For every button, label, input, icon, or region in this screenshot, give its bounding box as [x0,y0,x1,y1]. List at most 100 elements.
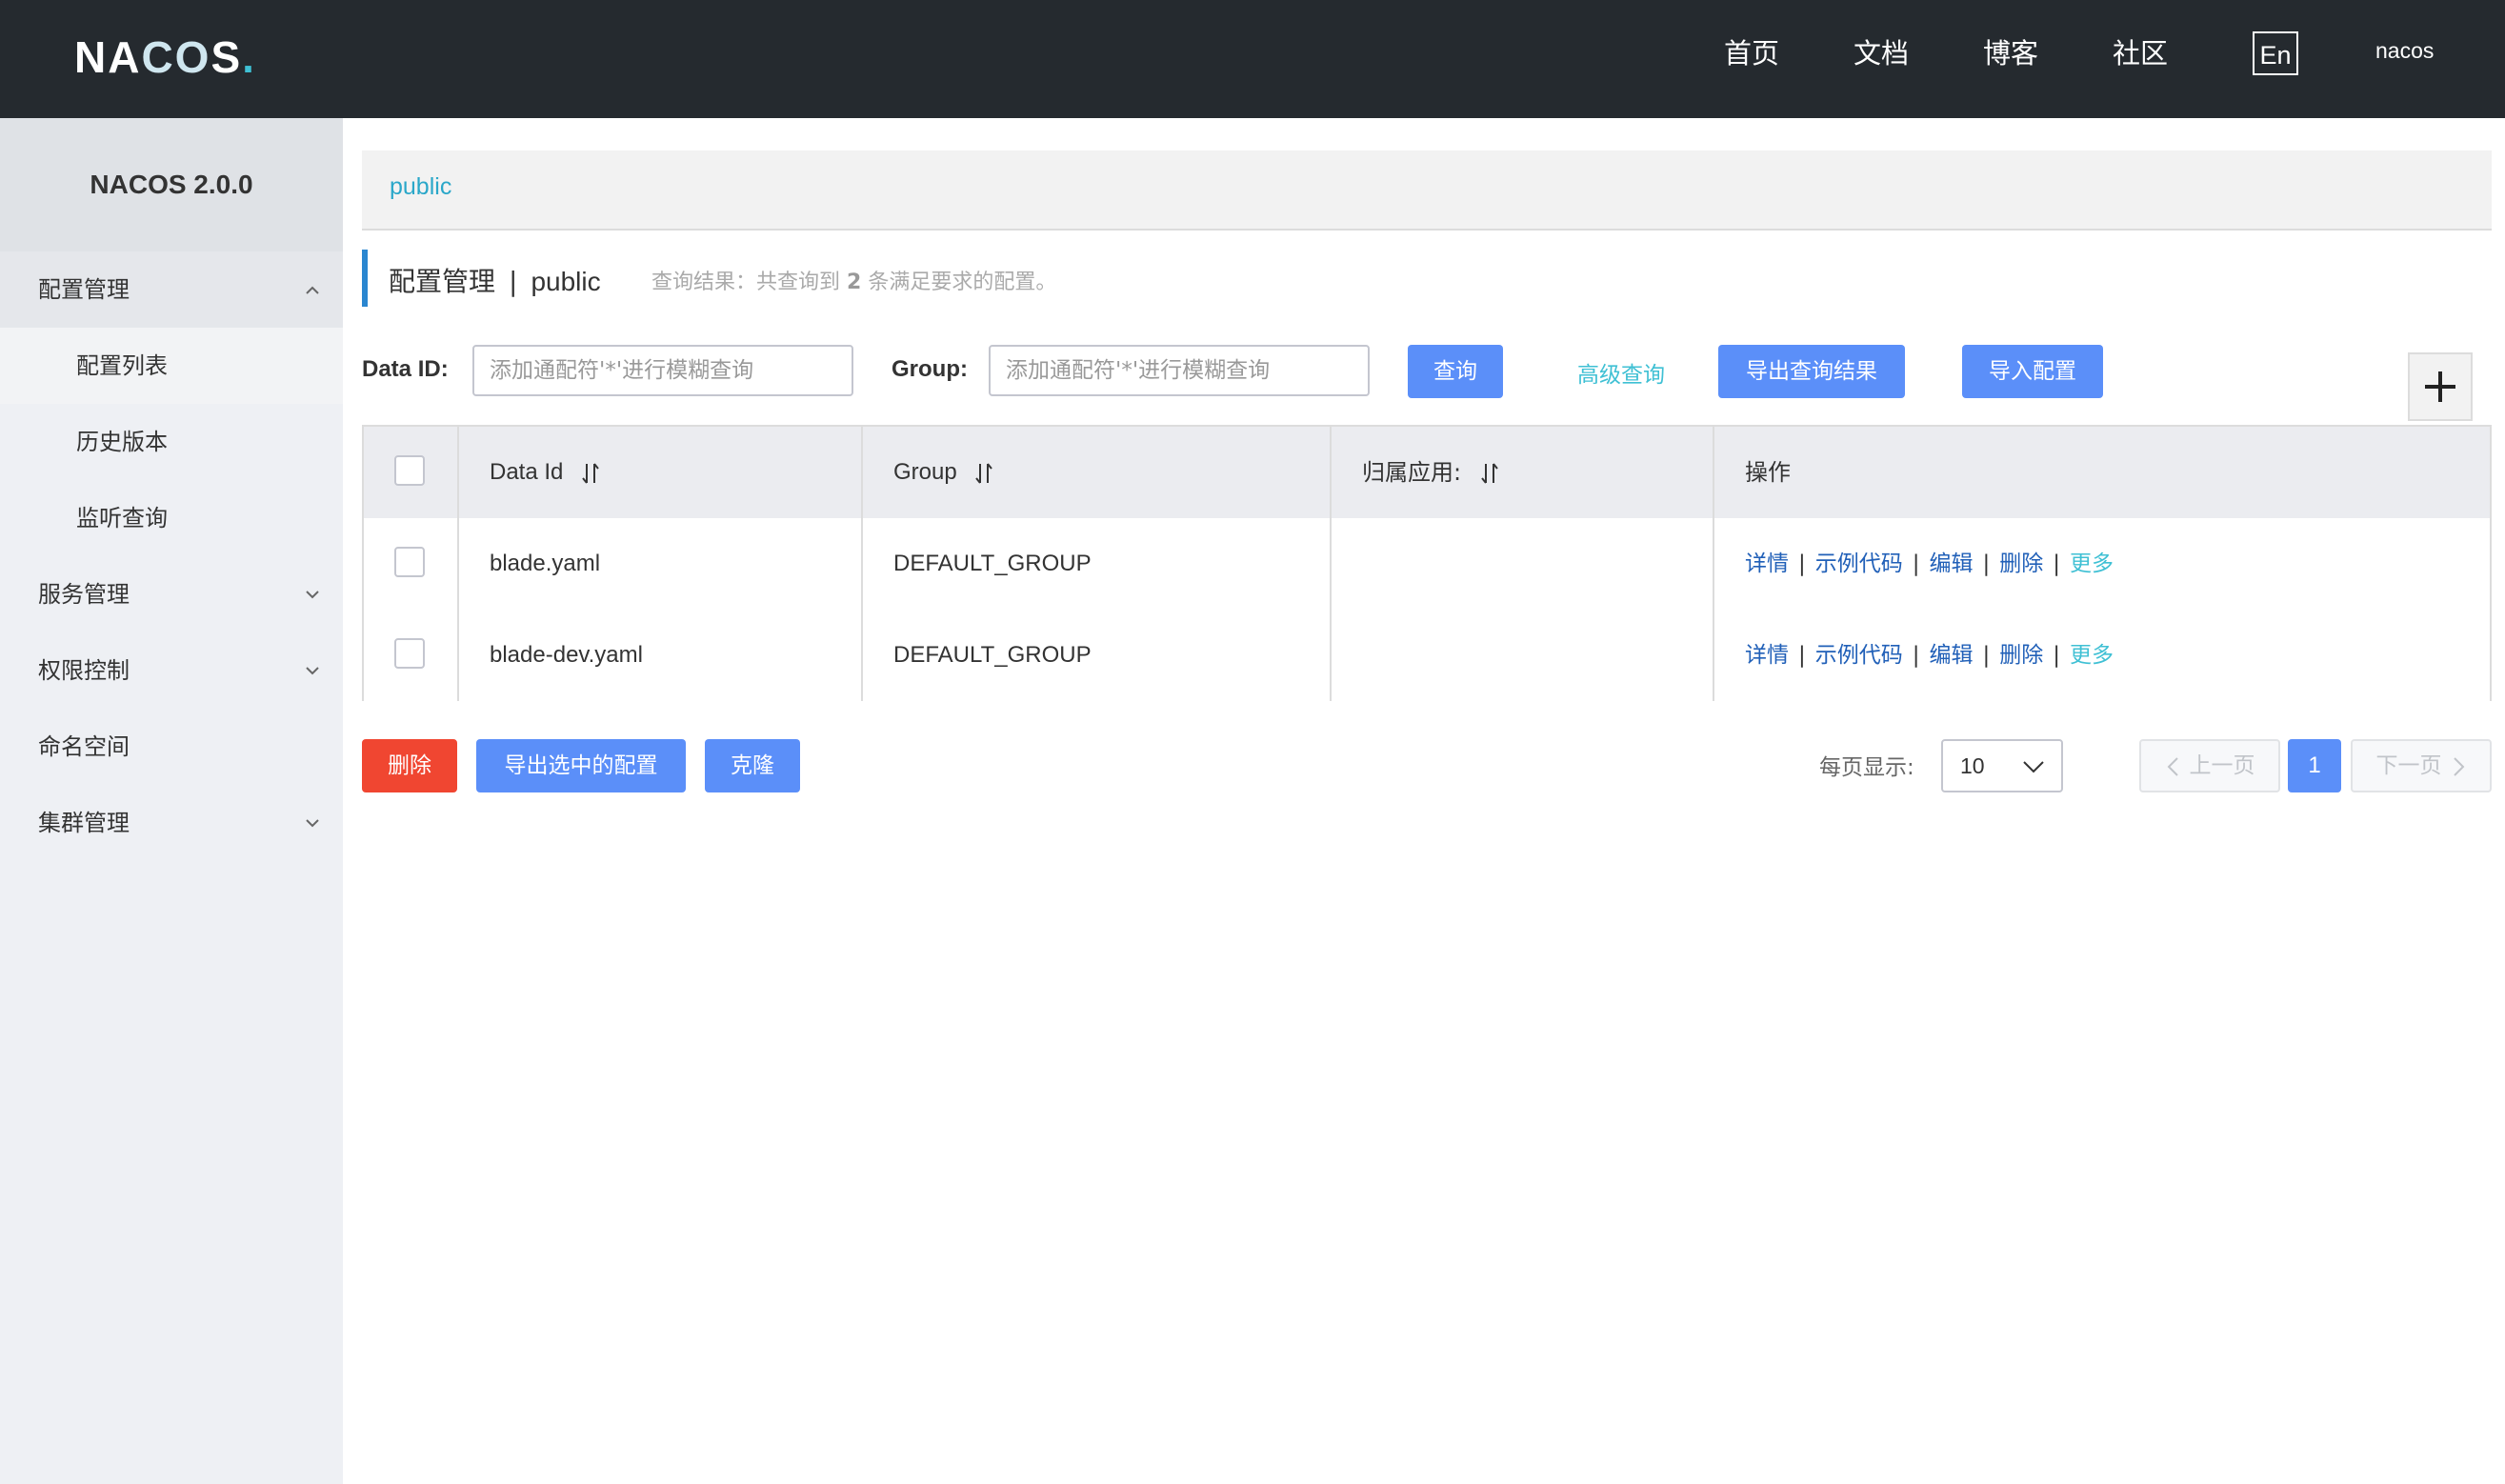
export-selected-button[interactable]: 导出选中的配置 [476,739,686,792]
language-switch-button[interactable]: En [2253,31,2298,75]
page-size-label: 每页显示: [1819,755,1914,780]
data-id-search-input[interactable] [472,345,853,396]
detail-link[interactable]: 详情 [1745,551,1789,576]
column-header-actions: 操作 [1745,459,1791,486]
sidebar-item-namespace[interactable]: 命名空间 [0,709,343,785]
action-separator: | [1798,643,1806,668]
user-menu[interactable]: nacos [2375,38,2434,64]
column-divider [1330,610,1332,701]
sidebar-version-title: NACOS 2.0.0 [0,118,343,251]
page-title-block: 配置管理 | public [362,250,601,307]
action-separator: | [1912,643,1920,668]
prev-page-label: 上一页 [2189,753,2255,778]
title-separator: | [509,266,518,297]
delete-link[interactable]: 删除 [1999,551,2043,576]
page-title-namespace: public [531,267,601,296]
sidebar-item-label: 集群管理 [38,810,130,836]
column-divider [1713,610,1714,701]
nav-blog-link[interactable]: 博客 [1983,34,2038,72]
batch-delete-button[interactable]: 删除 [362,739,457,792]
namespace-tab-bar: public [362,150,2492,231]
action-separator: | [2053,643,2060,668]
row-actions: 详情 | 示例代码 | 编辑 | 删除 | 更多 [1745,518,2114,610]
column-divider [457,518,459,610]
sort-icon[interactable] [974,460,993,487]
nacos-logo[interactable]: NACOS. [74,29,256,86]
data-id-label: Data ID: [362,356,449,382]
column-header-label: Data Id [490,459,564,485]
action-separator: | [1982,643,1991,668]
column-header-app[interactable]: 归属应用: [1362,427,1499,518]
chevron-right-icon [2453,756,2464,776]
sample-code-link[interactable]: 示例代码 [1815,643,1903,668]
sort-icon[interactable] [1480,460,1499,487]
sidebar-item-service-management[interactable]: 服务管理 [0,556,343,632]
cell-data-id: blade-dev.yaml [490,642,643,668]
table-row: blade-dev.yaml DEFAULT_GROUP 详情 | 示例代码 | 编辑 |… [364,610,2490,701]
more-link[interactable]: 更多 [2070,643,2114,668]
action-separator: | [1798,551,1806,576]
export-results-button[interactable]: 导出查询结果 [1718,345,1905,398]
sidebar-item-label: 命名空间 [38,733,130,760]
query-result-summary: 查询结果：共查询到 2 条满足要求的配置。 [651,265,1056,295]
prev-page-button[interactable]: 上一页 [2139,739,2280,792]
row-actions: 详情 | 示例代码 | 编辑 | 删除 | 更多 [1745,610,2114,701]
sidebar-item-label: 服务管理 [38,581,130,608]
column-divider [1330,427,1332,518]
table-row: blade.yaml DEFAULT_GROUP 详情 | 示例代码 | 编辑 | 删除 | 更… [364,518,2490,612]
column-divider [457,610,459,701]
row-checkbox[interactable] [394,638,425,669]
page-title-text: 配置管理 [389,266,496,297]
column-header-group[interactable]: Group [893,427,993,518]
column-header-label: 归属应用: [1362,459,1462,486]
sidebar-item-listener-query[interactable]: 监听查询 [0,480,343,556]
column-header-label: Group [893,459,957,485]
action-separator: | [1982,551,1991,576]
sidebar-item-history[interactable]: 历史版本 [0,404,343,480]
chevron-down-icon [306,819,319,828]
edit-link[interactable]: 编辑 [1930,643,1974,668]
sort-icon[interactable] [581,460,600,487]
nav-home-link[interactable]: 首页 [1724,34,1779,72]
edit-link[interactable]: 编辑 [1930,551,1974,576]
column-divider [861,518,863,610]
select-all-checkbox[interactable] [394,455,425,486]
sidebar-item-access-control[interactable]: 权限控制 [0,632,343,709]
next-page-label: 下一页 [2375,753,2442,778]
current-page-button[interactable]: 1 [2288,739,2341,792]
row-checkbox[interactable] [394,547,425,577]
result-prefix: 查询结果：共查询到 [651,271,841,294]
advanced-query-link[interactable]: 高级查询 [1577,356,1665,389]
delete-link[interactable]: 删除 [1999,643,2043,668]
next-page-button[interactable]: 下一页 [2351,739,2492,792]
sidebar-item-config-management[interactable]: 配置管理 [0,251,343,328]
clone-button[interactable]: 克隆 [705,739,800,792]
nav-docs-link[interactable]: 文档 [1854,34,1909,72]
detail-link[interactable]: 详情 [1745,643,1789,668]
sidebar-item-config-list[interactable]: 配置列表 [0,328,343,404]
chevron-down-icon [306,591,319,599]
group-search-input[interactable] [989,345,1370,396]
nav-community-link[interactable]: 社区 [2113,34,2168,72]
chevron-up-icon [306,286,319,294]
column-header-data-id[interactable]: Data Id [490,427,600,518]
cell-group: DEFAULT_GROUP [893,551,1092,576]
import-config-button[interactable]: 导入配置 [1962,345,2103,398]
top-navbar: NACOS. 首页 文档 博客 社区 En nacos [0,0,2505,118]
action-separator: | [1912,551,1920,576]
sidebar-item-label: 配置管理 [38,276,130,303]
column-divider [1330,518,1332,610]
sidebar-item-cluster-management[interactable]: 集群管理 [0,785,343,861]
column-divider [861,610,863,701]
result-suffix: 条满足要求的配置。 [868,271,1057,294]
group-label: Group: [892,356,968,382]
sidebar-item-label: 配置列表 [76,352,168,379]
sample-code-link[interactable]: 示例代码 [1815,551,1903,576]
chevron-down-icon [2023,761,2044,773]
result-count: 2 [847,271,862,294]
query-button[interactable]: 查询 [1408,345,1503,398]
more-link[interactable]: 更多 [2070,551,2114,576]
add-config-button[interactable] [2408,352,2473,421]
namespace-tab-public[interactable]: public [390,173,451,201]
page-size-select[interactable]: 10 [1941,739,2063,792]
